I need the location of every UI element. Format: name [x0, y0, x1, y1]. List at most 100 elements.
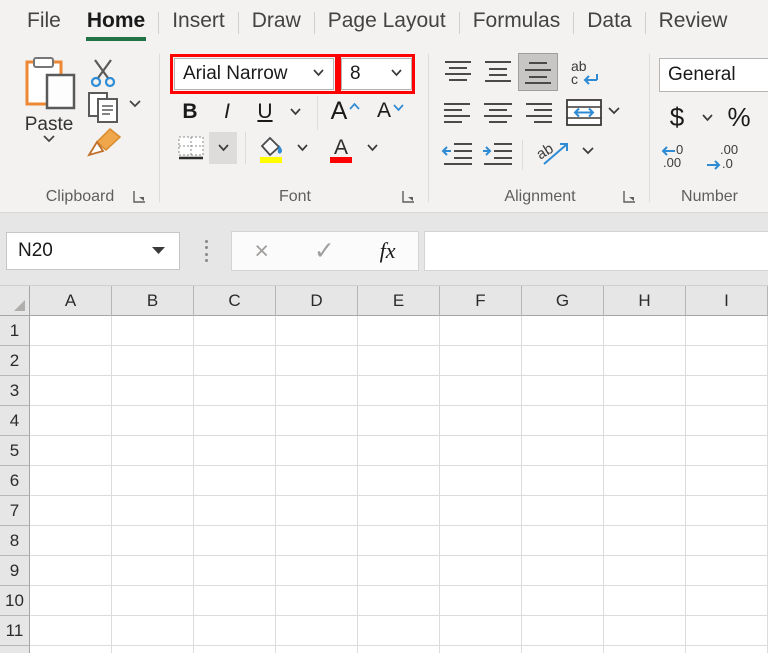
borders-button[interactable]	[174, 132, 208, 164]
font-color-button[interactable]: A	[324, 132, 358, 166]
gridline-horizontal	[30, 435, 768, 436]
borders-dropdown-button[interactable]	[209, 132, 237, 164]
column-header-C[interactable]: C	[194, 286, 276, 316]
bottom-align-button[interactable]	[518, 53, 558, 91]
column-header-H[interactable]: H	[604, 286, 686, 316]
bold-button[interactable]: B	[174, 96, 206, 128]
accounting-dropdown-button[interactable]	[695, 106, 719, 130]
row-header-1[interactable]: 1	[0, 316, 30, 346]
row-header-11[interactable]: 11	[0, 616, 30, 646]
cell-area[interactable]	[30, 316, 768, 653]
insert-function-button[interactable]: fx	[380, 238, 396, 264]
percent-style-button[interactable]: %	[723, 100, 755, 134]
column-header-B[interactable]: B	[112, 286, 194, 316]
cut-button[interactable]	[86, 58, 120, 90]
column-header-F[interactable]: F	[440, 286, 522, 316]
alignment-inner-separator	[522, 140, 523, 170]
fill-color-dropdown-button[interactable]	[290, 136, 314, 160]
orientation-button[interactable]: ab	[533, 136, 578, 175]
decrease-indent-button[interactable]	[440, 138, 476, 175]
row-header-5[interactable]: 5	[0, 436, 30, 466]
column-header-G[interactable]: G	[522, 286, 604, 316]
fill-color-button[interactable]	[254, 132, 288, 166]
row-header-3[interactable]: 3	[0, 376, 30, 406]
row-header-9[interactable]: 9	[0, 556, 30, 586]
copy-dropdown-button[interactable]	[126, 96, 146, 128]
gridline-vertical	[111, 316, 112, 653]
column-header-D[interactable]: D	[276, 286, 358, 316]
dialog-launcher-icon	[402, 191, 414, 203]
decrease-font-size-button[interactable]: A	[371, 94, 411, 128]
caret-up-icon	[349, 102, 360, 110]
accounting-format-button[interactable]: $	[661, 100, 693, 134]
row-header-6[interactable]: 6	[0, 466, 30, 496]
underline-button[interactable]: U	[249, 96, 281, 128]
chevron-down-icon	[389, 65, 411, 83]
alignment-dialog-launcher[interactable]	[622, 189, 638, 205]
middle-align-button[interactable]	[480, 56, 516, 93]
tab-file[interactable]: File	[14, 0, 74, 36]
align-right-button[interactable]	[522, 98, 558, 135]
merge-dropdown-button[interactable]	[606, 103, 622, 121]
tab-data[interactable]: Data	[574, 0, 644, 36]
increase-decimal-icon: .00 .0	[707, 142, 738, 171]
decrease-decimal-button[interactable]: 0 .00	[659, 140, 699, 172]
name-box-value: N20	[18, 240, 53, 261]
font-dialog-launcher[interactable]	[401, 189, 417, 205]
select-all-triangle-icon	[14, 300, 25, 311]
fill-color-icon	[260, 136, 283, 163]
gridline-vertical	[685, 316, 686, 653]
top-align-button[interactable]	[440, 56, 476, 93]
tab-draw[interactable]: Draw	[239, 0, 314, 36]
tab-review[interactable]: Review	[646, 0, 741, 36]
tab-insert[interactable]: Insert	[159, 0, 238, 36]
italic-button[interactable]: I	[211, 96, 243, 128]
decrease-decimal-icon: 0 .00	[661, 142, 683, 170]
align-left-button[interactable]	[440, 98, 476, 135]
tab-formulas[interactable]: Formulas	[460, 0, 574, 36]
name-box-dropdown-icon[interactable]	[150, 242, 179, 260]
paste-button[interactable]: Paste	[16, 56, 82, 174]
chevron-down-icon	[43, 135, 55, 143]
spreadsheet-grid: ABCDEFGHI 123456789101112 exceldemy EXCE…	[0, 286, 768, 653]
row-header-2[interactable]: 2	[0, 346, 30, 376]
row-header-12[interactable]: 12	[0, 646, 30, 653]
row-header-8[interactable]: 8	[0, 526, 30, 556]
gridline-horizontal	[30, 645, 768, 646]
select-all-button[interactable]	[0, 286, 30, 316]
column-headers: ABCDEFGHI	[30, 286, 768, 316]
column-header-A[interactable]: A	[30, 286, 112, 316]
number-format-box[interactable]: General	[659, 58, 768, 92]
clipboard-dialog-launcher[interactable]	[132, 189, 148, 205]
enter-formula-button[interactable]: ✓	[314, 236, 335, 266]
chevron-down-icon	[296, 144, 308, 152]
chevron-down-icon	[289, 108, 301, 116]
font-size-box[interactable]: 8	[341, 58, 412, 90]
merge-and-center-button[interactable]	[564, 96, 604, 135]
increase-decimal-button[interactable]: .00 .0	[703, 140, 743, 172]
font-color-dropdown-button[interactable]	[360, 136, 384, 160]
align-center-icon	[484, 102, 512, 124]
format-painter-button[interactable]	[84, 126, 124, 158]
column-header-E[interactable]: E	[358, 286, 440, 316]
row-header-7[interactable]: 7	[0, 496, 30, 526]
center-button[interactable]	[480, 98, 516, 135]
row-header-4[interactable]: 4	[0, 406, 30, 436]
font-name-box[interactable]: Arial Narrow	[174, 58, 334, 90]
formula-bar-handle[interactable]	[199, 240, 213, 262]
cancel-formula-button[interactable]: ×	[254, 237, 269, 266]
column-header-I[interactable]: I	[686, 286, 768, 316]
formula-input[interactable]	[424, 231, 768, 271]
orientation-dropdown-button[interactable]	[580, 143, 596, 161]
gridline-horizontal	[30, 405, 768, 406]
tab-home[interactable]: Home	[74, 0, 158, 41]
chevron-down-icon	[366, 144, 378, 152]
increase-indent-icon	[483, 143, 512, 165]
wrap-text-button[interactable]: ab c	[568, 56, 608, 93]
underline-dropdown-button[interactable]	[283, 100, 307, 124]
row-header-10[interactable]: 10	[0, 586, 30, 616]
increase-indent-button[interactable]	[480, 138, 516, 175]
increase-font-size-button[interactable]: A	[326, 94, 366, 128]
name-box[interactable]: N20	[6, 232, 180, 270]
tab-page-layout[interactable]: Page Layout	[315, 0, 459, 36]
